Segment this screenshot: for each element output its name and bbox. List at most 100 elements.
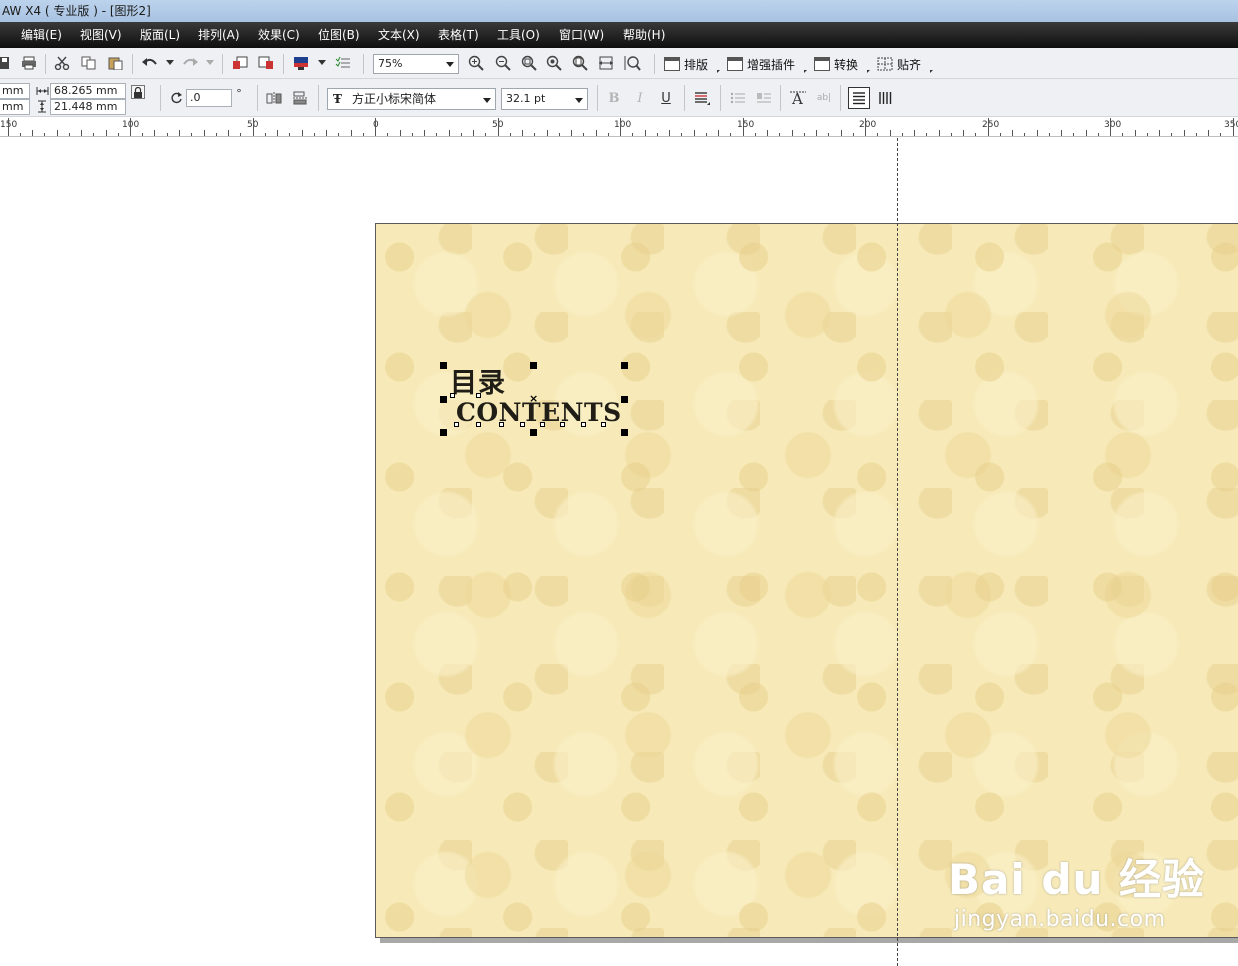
menu-edit[interactable]: 编辑(E) (21, 22, 62, 48)
menu-text[interactable]: 文本(X) (378, 22, 420, 48)
character-node[interactable] (476, 393, 481, 398)
italic-icon[interactable]: I (632, 89, 648, 107)
horizontal-ruler[interactable]: 150 100 50 0 50 100 150 200 250 300 350 (0, 117, 1238, 137)
drop-cap-icon[interactable] (755, 89, 773, 107)
ruler-tick (106, 130, 107, 136)
character-node[interactable] (499, 422, 504, 427)
ruler-tick (730, 133, 731, 136)
chevron-down-icon (446, 62, 454, 67)
menu-arrange[interactable]: 排列(A) (198, 22, 240, 48)
ruler-tick (191, 133, 192, 136)
object-width-field[interactable]: 68.265 mm (50, 83, 126, 99)
ruler-tick (877, 133, 878, 136)
menu-table[interactable]: 表格(T) (438, 22, 479, 48)
ruler-tick (547, 130, 548, 136)
zoom-in-icon[interactable] (467, 55, 485, 71)
rotation-angle-field[interactable]: .0 (186, 89, 232, 107)
ruler-tick (1159, 130, 1160, 136)
vertical-guideline[interactable] (897, 138, 898, 966)
mirror-horizontal-icon[interactable] (265, 89, 283, 107)
ruler-label: 300 (1104, 120, 1122, 130)
import-icon[interactable] (231, 55, 249, 71)
y-position-value: mm (2, 100, 24, 113)
selection-handle-bottom-right[interactable] (621, 429, 628, 436)
selection-handle-right[interactable] (621, 396, 628, 403)
zoom-to-selected-icon[interactable] (520, 55, 538, 71)
menu-view[interactable]: 视图(V) (80, 22, 122, 48)
menu-layout[interactable]: 版面(L) (140, 22, 180, 48)
bold-icon[interactable]: B (606, 89, 622, 107)
object-height-field[interactable]: 21.448 mm (50, 99, 126, 115)
selection-handle-left[interactable] (440, 396, 447, 403)
plugin-enhanced-button[interactable]: 增强插件 (727, 55, 795, 73)
launcher-dropdown-icon[interactable] (317, 58, 327, 68)
character-node[interactable] (581, 422, 586, 427)
ruler-label: 150 (737, 120, 755, 130)
y-position-field[interactable]: mm (0, 99, 30, 115)
plugin-snap-button[interactable]: 贴齐 (877, 55, 921, 73)
x-position-field[interactable]: mm (0, 83, 30, 99)
menu-bitmaps[interactable]: 位图(B) (318, 22, 360, 48)
selection-handle-bottom-left[interactable] (440, 429, 447, 436)
font-size-dropdown[interactable]: 32.1 pt (501, 88, 588, 110)
window-title: AW X4 ( 专业版 ) - [图形2] (2, 4, 151, 18)
undo-icon[interactable] (140, 55, 160, 71)
zoom-out-icon[interactable] (494, 55, 512, 71)
save-icon[interactable] (0, 55, 10, 71)
zoom-to-page-height-icon[interactable] (622, 55, 642, 71)
ruler-tick (363, 133, 364, 136)
cut-icon[interactable] (53, 55, 71, 71)
character-node[interactable] (476, 422, 481, 427)
watermark-main-text: Bai du 经验 (948, 855, 1205, 904)
lock-ratio-icon[interactable] (131, 85, 145, 99)
snap-grid-icon (877, 57, 893, 71)
menu-tools[interactable]: 工具(O) (497, 22, 540, 48)
zoom-to-page-width-icon[interactable] (597, 55, 615, 71)
bullet-list-icon[interactable] (729, 89, 747, 107)
menu-effects[interactable]: 效果(C) (258, 22, 300, 48)
drawing-canvas[interactable]: 目录 CONTENTS × Bai du 经验 jingyan.baidu.co… (0, 138, 1238, 966)
redo-icon[interactable] (180, 55, 200, 71)
text-alignment-icon[interactable] (692, 89, 712, 107)
menu-window[interactable]: 窗口(W) (559, 22, 604, 48)
font-family-dropdown[interactable]: Ŧ 方正小标宋简体 (327, 88, 496, 110)
application-launcher-icon[interactable] (291, 55, 311, 71)
selection-handle-top[interactable] (530, 362, 537, 369)
document-page[interactable] (375, 223, 1238, 938)
character-node[interactable] (520, 422, 525, 427)
export-icon[interactable] (257, 55, 275, 71)
ruler-tick (645, 130, 646, 136)
character-node[interactable] (540, 422, 545, 427)
mirror-vertical-icon[interactable] (291, 89, 309, 107)
selection-handle-top-right[interactable] (621, 362, 628, 369)
plugin-typesetting-button[interactable]: 排版 (664, 55, 708, 73)
menu-help[interactable]: 帮助(H) (623, 22, 665, 48)
underline-icon[interactable]: U (658, 89, 674, 107)
print-icon[interactable] (20, 55, 38, 71)
zoom-level-dropdown[interactable]: 75% (373, 54, 459, 74)
ruler-tick (559, 133, 560, 136)
options-list-icon[interactable] (334, 55, 352, 71)
ruler-tick (436, 133, 437, 136)
character-node[interactable] (601, 422, 606, 427)
character-node[interactable] (450, 393, 455, 398)
character-formatting-icon[interactable]: A (788, 88, 808, 108)
ruler-tick (779, 133, 780, 136)
plugin-convert-button[interactable]: 转换 (814, 55, 858, 73)
selection-handle-top-left[interactable] (440, 362, 447, 369)
vertical-text-icon[interactable] (874, 87, 896, 109)
edit-text-icon[interactable]: ab| (814, 89, 834, 107)
horizontal-text-icon[interactable] (848, 87, 870, 109)
zoom-to-all-objects-icon[interactable] (545, 55, 563, 71)
selection-handle-bottom[interactable] (530, 429, 537, 436)
undo-dropdown-icon[interactable] (165, 58, 175, 68)
paste-icon[interactable] (106, 55, 124, 71)
character-node[interactable] (454, 422, 459, 427)
center-of-rotation-icon[interactable]: × (529, 393, 538, 404)
zoom-to-page-icon[interactable] (571, 55, 589, 71)
character-node[interactable] (560, 422, 565, 427)
ruler-tick (277, 130, 278, 136)
ruler-tick (767, 130, 768, 136)
redo-dropdown-icon[interactable] (205, 58, 215, 68)
copy-icon[interactable] (80, 55, 98, 71)
